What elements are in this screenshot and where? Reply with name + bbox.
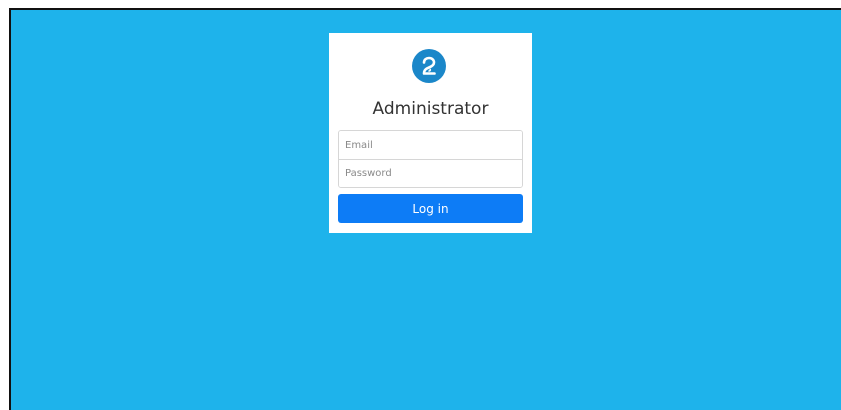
email-input[interactable] [339,131,522,159]
login-button[interactable]: Log in [338,194,523,223]
page-background: Administrator Log in [9,8,841,410]
brand-logo-icon [412,49,446,83]
login-card: Administrator Log in [329,33,532,233]
credentials-fields [338,130,523,188]
password-input[interactable] [339,159,522,187]
login-title: Administrator [372,99,489,119]
